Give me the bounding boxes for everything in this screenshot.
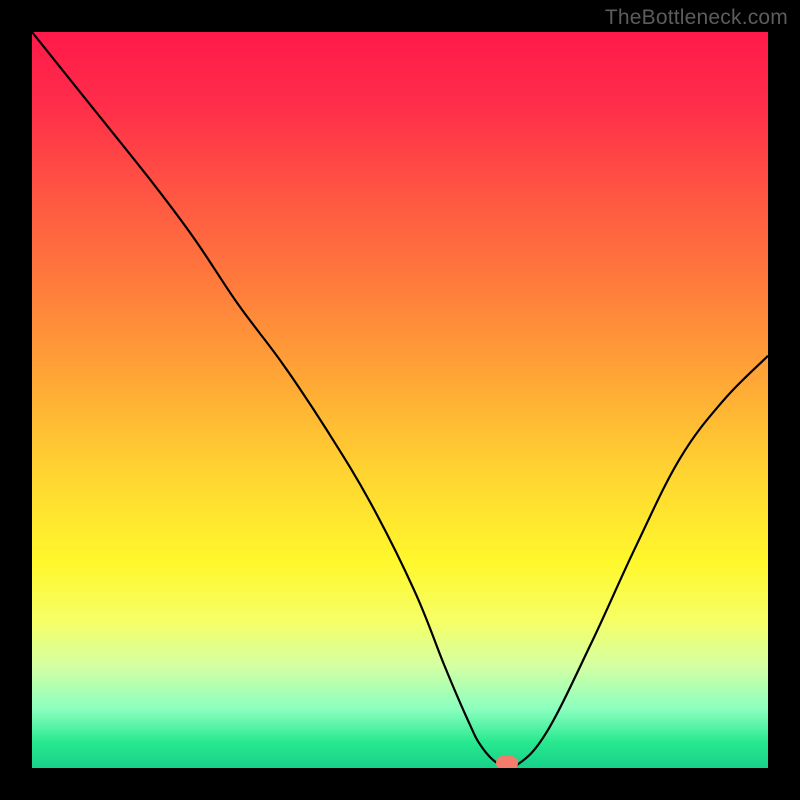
gradient-background <box>32 32 768 768</box>
watermark-text: TheBottleneck.com <box>605 6 788 30</box>
plot-area <box>32 32 768 768</box>
chart-frame: TheBottleneck.com <box>0 0 800 800</box>
optimal-marker <box>496 756 518 768</box>
